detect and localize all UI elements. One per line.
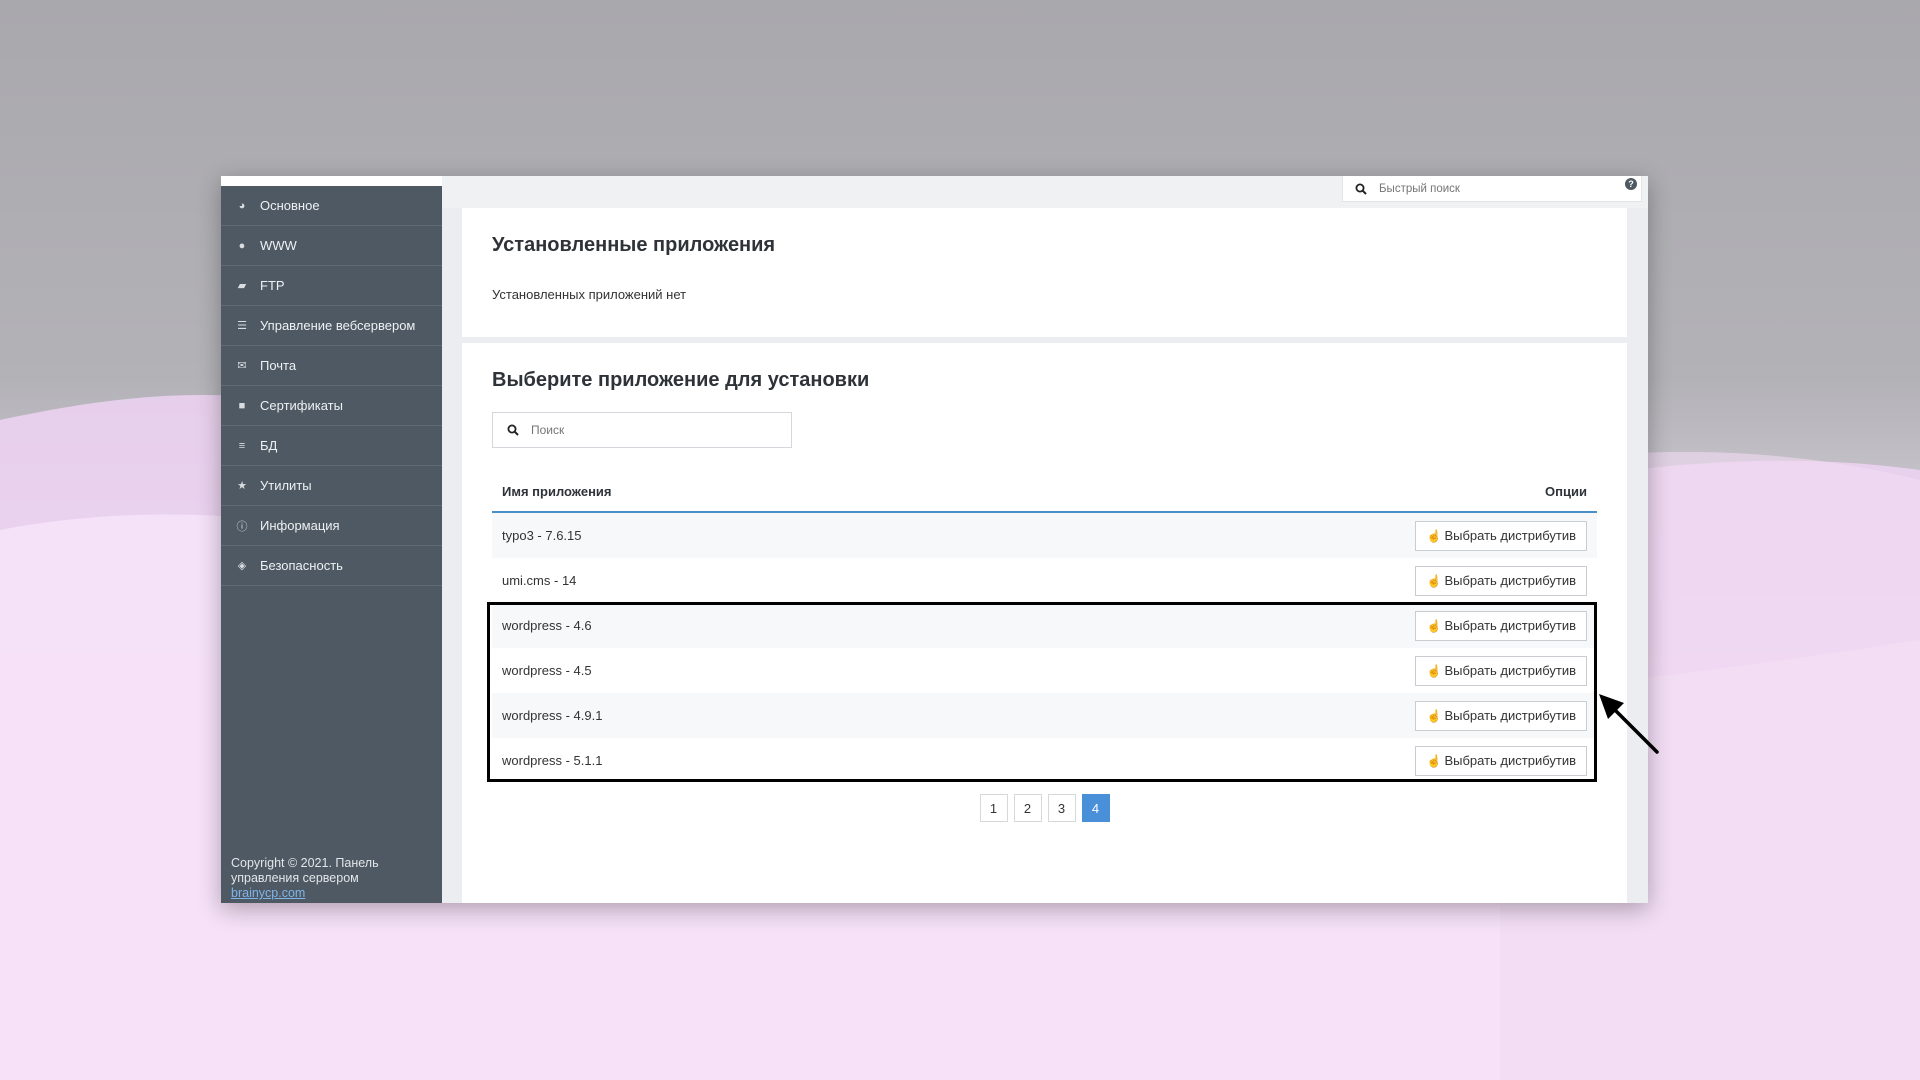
star-icon: ★: [237, 480, 247, 492]
app-name: typo3 - 7.6.15: [492, 512, 938, 558]
table-row: umi.cms - 14 ☝ Выбрать дистрибутив: [492, 558, 1597, 603]
hand-pointer-icon: ☝: [1426, 753, 1442, 768]
dashboard-icon: ◕: [238, 199, 246, 212]
choose-distribution-button[interactable]: ☝ Выбрать дистрибутив: [1415, 745, 1587, 776]
choose-distribution-label: Выбрать дистрибутив: [1444, 528, 1576, 543]
hand-pointer-icon: ☝: [1426, 528, 1442, 543]
sidebar-item-label: Управление вебсервером: [260, 318, 416, 333]
sidebar-top-strip: [221, 176, 442, 186]
sidebar-nav: ◕ Основное ● WWW ▰ FTP ☰ Управление вебс…: [221, 186, 442, 586]
installed-apps-title: Установленные приложения: [492, 234, 776, 256]
choose-distribution-button[interactable]: ☝ Выбрать дистрибутив: [1415, 655, 1587, 686]
shield-icon: ◈: [237, 560, 247, 572]
lock-icon: ■: [238, 399, 246, 412]
page-button-1[interactable]: 1: [979, 794, 1008, 822]
app-name: wordpress - 4.6: [492, 603, 938, 648]
sidebar-item-certificates[interactable]: ■ Сертификаты: [221, 386, 442, 426]
page-button-2[interactable]: 2: [1013, 794, 1042, 822]
help-icon[interactable]: ?: [1625, 178, 1637, 190]
app-name: wordpress - 5.1.1: [502, 753, 603, 768]
column-header-name: Имя приложения: [492, 471, 938, 513]
choose-distribution-button[interactable]: ☝ Выбрать дистрибутив: [1415, 565, 1587, 596]
installed-apps-panel: Установленные приложения Установленных п…: [462, 208, 1627, 337]
hand-pointer-icon: ☝: [1426, 573, 1442, 588]
sidebar-item-info[interactable]: ⓘ Информация: [221, 506, 442, 546]
sidebar-item-label: Информация: [260, 518, 340, 533]
quick-search-input[interactable]: [1377, 181, 1621, 196]
top-bar: ?: [442, 176, 1648, 208]
app-search-input[interactable]: [529, 422, 773, 438]
select-app-panel: Выберите приложение для установки Имя пр…: [462, 343, 1627, 903]
hand-pointer-icon: ☝: [1426, 663, 1442, 678]
app-search: [492, 412, 792, 448]
sidebar-item-label: Безопасность: [260, 558, 343, 573]
installed-apps-empty-message: Установленных приложений нет: [492, 287, 687, 302]
sidebar-item-mail[interactable]: ✉ Почта: [221, 346, 442, 386]
copyright: Copyright © 2021. Панель управления серв…: [231, 856, 431, 901]
page-button-3[interactable]: 3: [1047, 794, 1076, 822]
column-header-options: Опции: [937, 471, 1597, 513]
app-name: wordpress - 4.5: [502, 663, 592, 678]
folder-open-icon: ▰: [237, 280, 247, 292]
quick-search: [1342, 176, 1642, 202]
sidebar-item-db[interactable]: ≡ БД: [221, 426, 442, 466]
sidebar-item-label: Сертификаты: [260, 398, 343, 413]
sidebar-item-label: Почта: [260, 358, 297, 373]
control-panel-window: ◕ Основное ● WWW ▰ FTP ☰ Управление вебс…: [221, 176, 1648, 903]
sidebar: ◕ Основное ● WWW ▰ FTP ☰ Управление вебс…: [221, 176, 442, 903]
select-app-title: Выберите приложение для установки: [492, 369, 870, 391]
sidebar-item-label: FTP: [260, 278, 285, 293]
table-row: typo3 - 7.6.15 ☝ Выбрать дистрибутив: [492, 512, 1597, 558]
pagination: 1 2 3 4: [462, 794, 1627, 822]
list-icon: ☰: [237, 320, 247, 332]
choose-distribution-label: Выбрать дистрибутив: [1444, 753, 1576, 768]
copyright-link[interactable]: brainycp.com: [231, 886, 431, 901]
sidebar-item-webserver[interactable]: ☰ Управление вебсервером: [221, 306, 442, 346]
hand-pointer-icon: ☝: [1426, 618, 1442, 633]
choose-distribution-label: Выбрать дистрибутив: [1444, 708, 1576, 723]
globe-icon: ●: [238, 239, 246, 252]
sidebar-item-www[interactable]: ● WWW: [221, 226, 442, 266]
search-icon: [507, 424, 519, 436]
choose-distribution-label: Выбрать дистрибутив: [1444, 663, 1576, 678]
sidebar-item-label: БД: [260, 438, 278, 453]
info-icon: ⓘ: [236, 520, 248, 533]
envelope-icon: ✉: [237, 360, 247, 372]
sidebar-item-label: WWW: [260, 238, 297, 253]
sidebar-item-label: Основное: [260, 198, 320, 213]
sidebar-item-label: Утилиты: [260, 478, 312, 493]
apps-table: Имя приложения Опции typo3 - 7.6.15 ☝ Вы…: [492, 471, 1597, 783]
choose-distribution-button[interactable]: ☝ Выбрать дистрибутив: [1415, 610, 1587, 641]
copyright-text: Copyright © 2021. Панель управления серв…: [231, 856, 379, 885]
table-row: wordpress - 5.1.1 ☝ Выбрать дистрибутив: [492, 738, 1597, 783]
choose-distribution-button[interactable]: ☝ Выбрать дистрибутив: [1415, 520, 1587, 551]
choose-distribution-label: Выбрать дистрибутив: [1444, 573, 1576, 588]
main-content: ? Установленные приложения Установленных…: [442, 176, 1648, 903]
sidebar-item-ftp[interactable]: ▰ FTP: [221, 266, 442, 306]
hand-pointer-icon: ☝: [1426, 708, 1442, 723]
sidebar-item-security[interactable]: ◈ Безопасность: [221, 546, 442, 586]
page-button-4-active[interactable]: 4: [1081, 794, 1110, 822]
table-row: wordpress - 4.9.1 ☝ Выбрать дистрибутив: [492, 693, 1597, 738]
table-row: wordpress - 4.6 ☝ Выбрать дистрибутив: [492, 603, 1597, 648]
choose-distribution-button[interactable]: ☝ Выбрать дистрибутив: [1415, 700, 1587, 731]
table-header-row: Имя приложения Опции: [492, 471, 1597, 513]
app-name: wordpress - 4.9.1: [492, 693, 938, 738]
app-name: umi.cms - 14: [502, 573, 577, 588]
search-icon: [1355, 183, 1367, 195]
table-row: wordpress - 4.5 ☝ Выбрать дистрибутив: [492, 648, 1597, 693]
sidebar-item-main[interactable]: ◕ Основное: [221, 186, 442, 226]
sidebar-item-utilities[interactable]: ★ Утилиты: [221, 466, 442, 506]
choose-distribution-label: Выбрать дистрибутив: [1444, 618, 1576, 633]
database-icon: ≡: [238, 439, 246, 452]
